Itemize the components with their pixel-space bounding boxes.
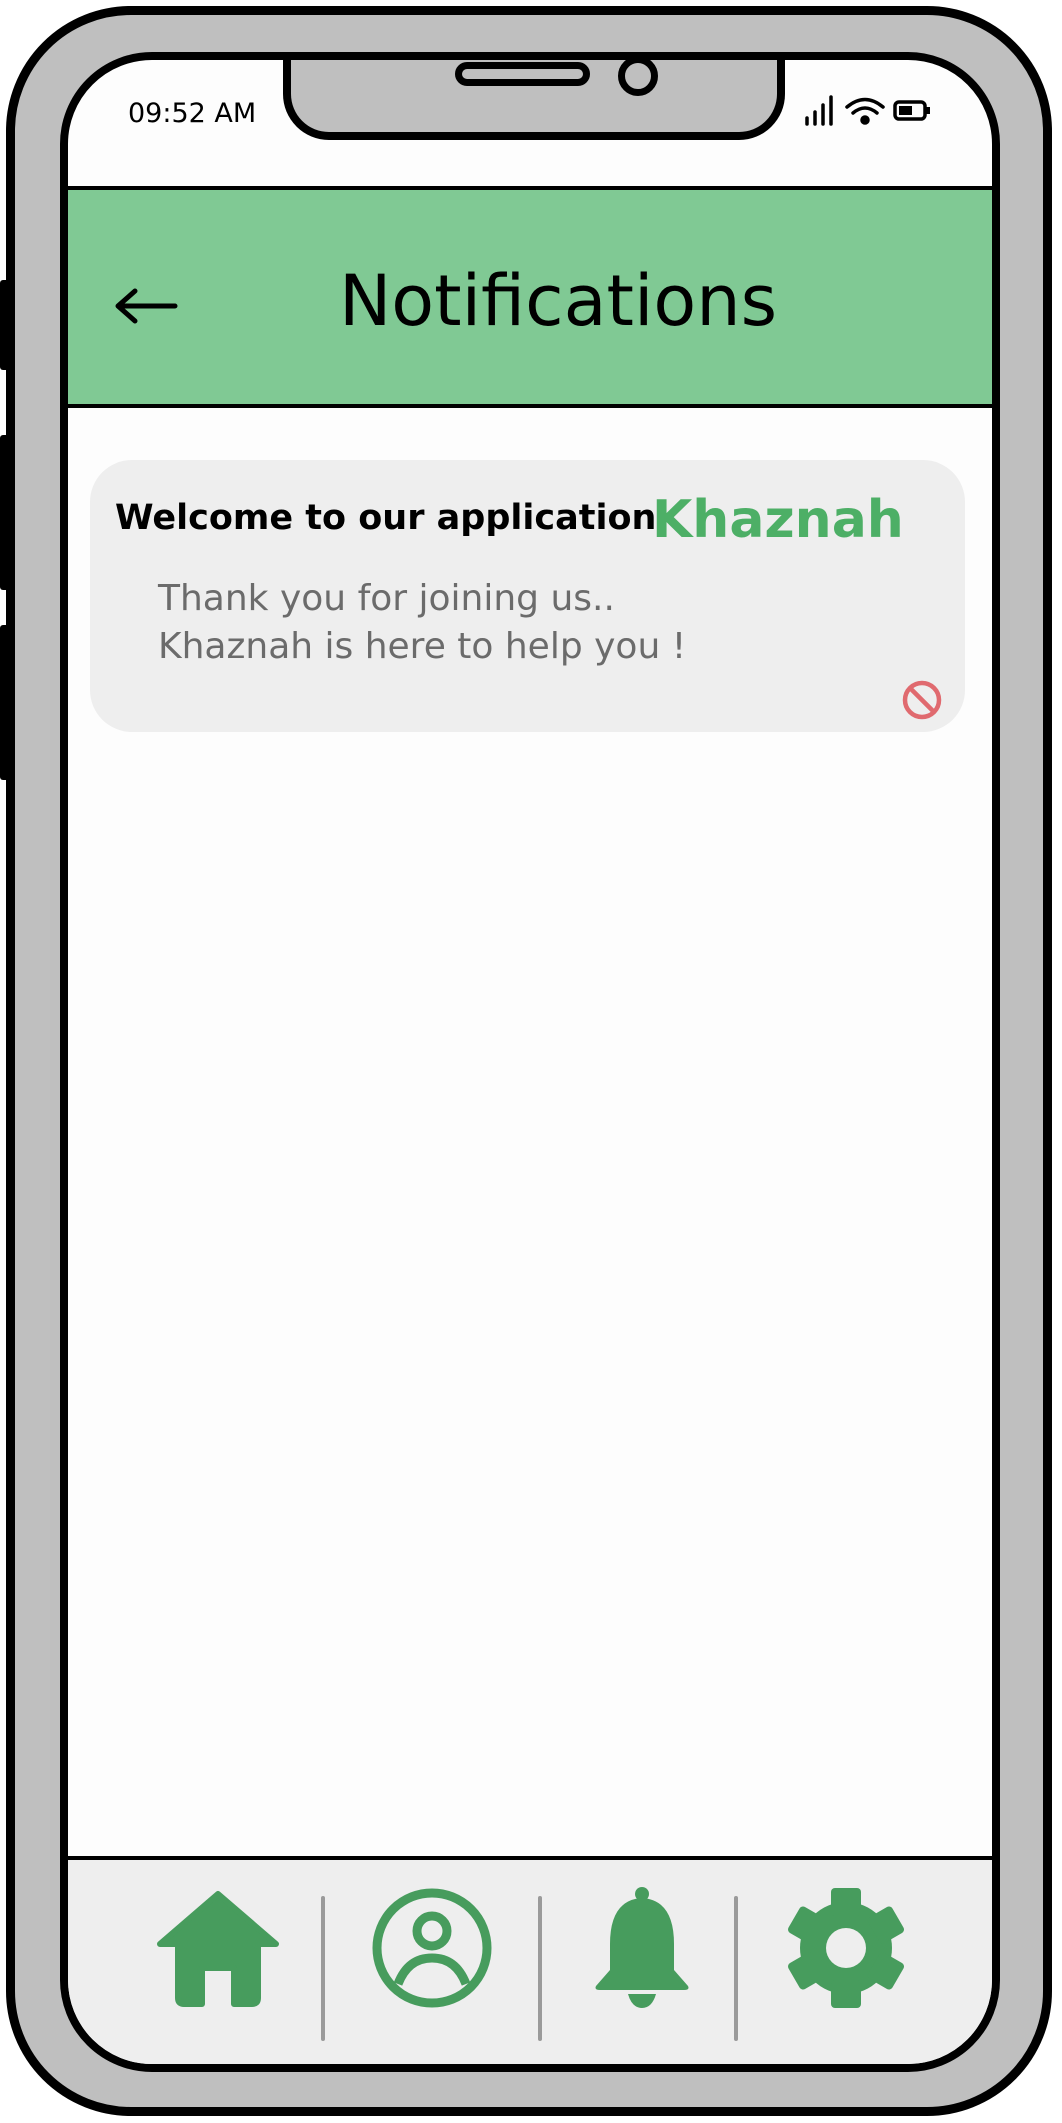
wifi-icon — [845, 97, 885, 125]
nav-separator — [321, 1896, 325, 2041]
nav-separator — [734, 1896, 738, 2041]
notification-body-line: Thank you for joining us.. — [158, 578, 615, 619]
side-button — [0, 280, 9, 370]
notification-brand: Khaznah — [652, 490, 904, 550]
page-title: Notifications — [338, 260, 778, 342]
speaker-grille — [455, 62, 590, 86]
notification-body: Thank you for joining us.. Khaznah is he… — [158, 575, 686, 671]
notification-title: Welcome to our application — [115, 498, 657, 538]
side-button — [0, 625, 9, 780]
prohibited-icon[interactable] — [900, 678, 944, 726]
app-header: Notifications — [68, 186, 992, 408]
notification-card[interactable]: Welcome to our application Khaznah Thank… — [90, 460, 965, 732]
gear-icon[interactable] — [776, 1886, 916, 2014]
phone-screen: 09:52 AM Notifications Welcome to our ap… — [60, 52, 1000, 2072]
bottom-navigation — [68, 1856, 992, 2064]
status-icons — [803, 92, 943, 136]
phone-notch — [283, 60, 785, 140]
profile-icon[interactable] — [370, 1886, 494, 2014]
front-camera — [618, 60, 658, 96]
status-time: 09:52 AM — [128, 98, 257, 129]
signal-icon — [805, 95, 833, 126]
battery-icon — [893, 100, 930, 121]
bell-icon[interactable] — [580, 1886, 704, 2014]
side-button — [0, 435, 9, 590]
notification-body-line: Khaznah is here to help you ! — [158, 626, 687, 667]
nav-separator — [538, 1896, 542, 2041]
home-icon[interactable] — [156, 1886, 280, 2014]
